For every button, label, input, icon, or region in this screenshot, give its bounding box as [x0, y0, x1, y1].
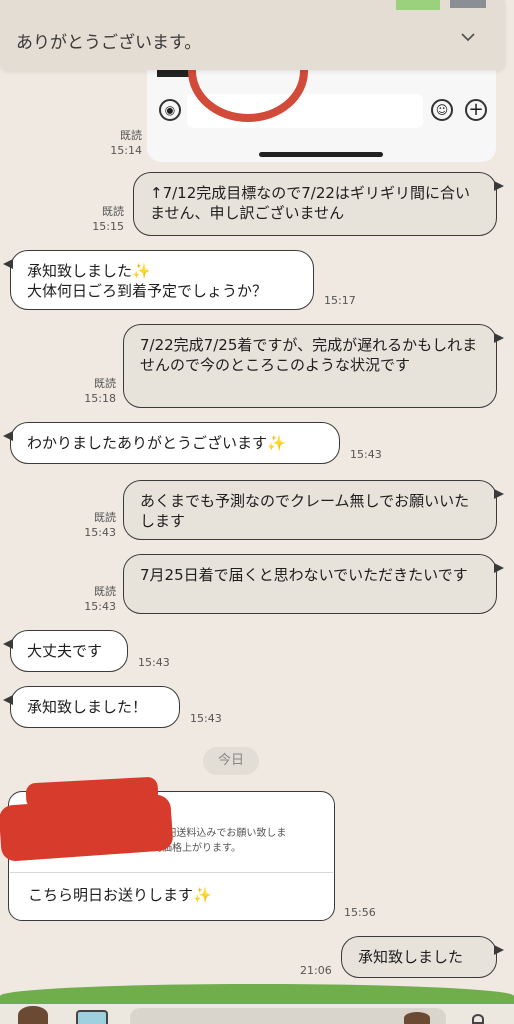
home-indicator [259, 152, 383, 157]
reply-text: こちら明日お送りします✨ [28, 886, 212, 904]
message-bubble-sent[interactable]: 7/22完成7/25着ですが、完成が遅れるかもしれませんので今のところこのような… [123, 324, 504, 408]
redaction-mark [0, 794, 174, 862]
message-bubble-received[interactable]: 承知致しました✨ 大体何日ごろ到着予定でしょうか？ [3, 250, 314, 310]
message-bubble-received[interactable]: 承知致しました！ [3, 686, 180, 728]
message-text: 7月25日着で届くと思わないでいただきたいです [140, 566, 468, 584]
message-meta: 既読 15:14 [100, 128, 142, 158]
timestamp: 21:06 [300, 964, 332, 977]
image-thumbnail [450, 0, 486, 8]
timestamp: 15:43 [190, 712, 222, 725]
message-bubble-sent[interactable]: 7月25日着で届くと思わないでいただきたいです [123, 554, 504, 614]
image-detail [157, 69, 191, 77]
message-text: 大丈夫です [27, 642, 103, 660]
plus-icon: + [465, 99, 487, 121]
timestamp: 15:43 [138, 656, 170, 669]
message-text: 大体何日ごろ到着予定でしょうか？ [27, 282, 268, 300]
timestamp: 15:56 [344, 906, 376, 919]
message-text: 承知致しました✨ [27, 262, 151, 280]
sticker-icon[interactable] [18, 1006, 48, 1024]
chevron-down-icon[interactable] [461, 30, 475, 44]
message-text: 承知致しました！ [27, 698, 148, 716]
read-receipt: 既読 [102, 205, 124, 218]
pinned-message-text: ありがとうございます。 [16, 33, 202, 53]
message-text: 承知致しました [358, 948, 464, 966]
photo-icon[interactable] [76, 1010, 108, 1024]
message-bubble-sent[interactable]: あくまでも予測なのでクレーム無しでお願いいたします [123, 480, 504, 540]
divider [10, 872, 333, 873]
message-meta: 既読 15:43 [76, 510, 116, 540]
message-meta: 既読 15:15 [84, 204, 124, 234]
timestamp: 15:15 [92, 220, 124, 233]
voice-icon: ◉ [159, 99, 181, 121]
read-receipt: 既読 [94, 585, 116, 598]
timestamp: 15:43 [84, 526, 116, 539]
timestamp: 15:18 [84, 392, 116, 405]
timestamp: 15:17 [324, 294, 356, 307]
timestamp: 15:43 [84, 600, 116, 613]
message-meta: 既読 15:18 [76, 376, 116, 406]
person-icon[interactable] [472, 1014, 484, 1024]
message-text: ↑7/12完成目標なので7/22はギリギリ間に合いません、申し訳ございません [150, 184, 470, 222]
message-bubble-sent[interactable]: 承知致しました [341, 936, 504, 978]
message-meta: 既読 15:43 [76, 584, 116, 614]
read-receipt: 既読 [94, 377, 116, 390]
date-separator: 今日 [203, 747, 259, 775]
read-receipt: 既読 [94, 511, 116, 524]
message-text: わかりましたありがとうございます✨ [27, 434, 286, 452]
message-bubble-received[interactable]: わかりましたありがとうございます✨ [3, 422, 340, 464]
message-input[interactable] [130, 1008, 446, 1024]
pinned-message-banner[interactable]: ありがとうございます。 [0, 0, 505, 70]
sticker-icon[interactable] [404, 1012, 430, 1024]
read-receipt: 既読 [120, 129, 142, 142]
timestamp: 15:43 [350, 448, 382, 461]
timestamp: 15:14 [110, 144, 142, 157]
message-text: 7/22完成7/25着ですが、完成が遅れるかもしれませんので今のところこのような… [140, 336, 478, 374]
message-text: あくまでも予測なのでクレーム無しでお願いいたします [140, 492, 470, 530]
message-bubble-received[interactable]: 大丈夫です [3, 630, 128, 672]
emoji-icon: ☺ [431, 99, 453, 121]
message-bubble-sent[interactable]: ↑7/12完成目標なので7/22はギリギリ間に合いません、申し訳ございません [133, 172, 504, 236]
app-thumbnail [396, 0, 440, 10]
